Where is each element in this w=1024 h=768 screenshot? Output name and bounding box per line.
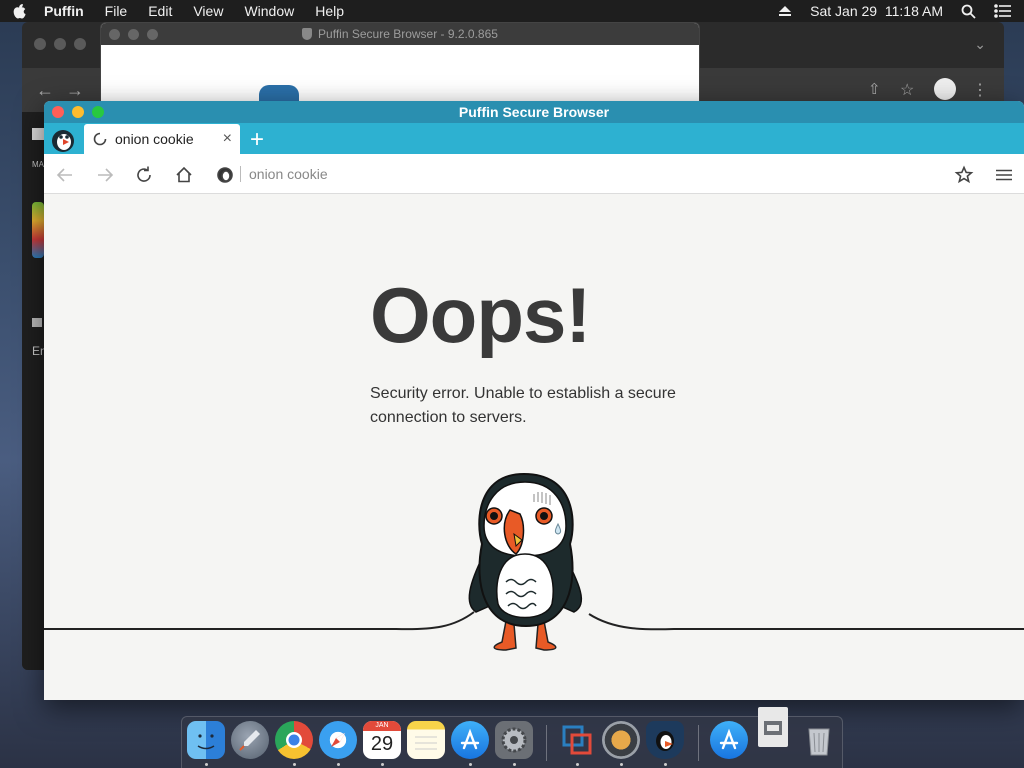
bg-zoom-button[interactable]: [74, 38, 86, 50]
bg2-title-text: Puffin Secure Browser - 9.2.0.865: [318, 27, 498, 41]
spotlight-search-icon[interactable]: [961, 4, 976, 19]
puffin-mascot-illustration: [44, 472, 1024, 651]
document-stack-icon[interactable]: [758, 707, 788, 747]
finder-icon[interactable]: [187, 721, 225, 759]
bg-minimize-button[interactable]: [54, 38, 66, 50]
chevron-down-icon[interactable]: ⌄: [974, 36, 986, 53]
window-title-bar: Puffin Secure Browser: [44, 101, 1024, 123]
dock: JAN 29: [181, 707, 843, 768]
home-button[interactable]: [173, 164, 195, 186]
puffin-logo-icon[interactable]: [46, 125, 80, 153]
safari-icon[interactable]: [319, 721, 357, 759]
calendar-day: 29: [370, 733, 394, 755]
parallels-icon[interactable]: [558, 721, 596, 759]
app-logo-icon: [32, 202, 44, 258]
new-tab-button[interactable]: +: [250, 126, 264, 154]
loading-spinner-icon: [93, 132, 107, 146]
chrome-icon[interactable]: [275, 721, 313, 759]
bg-sidebar: MA En: [22, 112, 47, 670]
control-center-icon[interactable]: [994, 4, 1012, 18]
bookmark-star-icon[interactable]: [953, 164, 975, 186]
menu-edit[interactable]: Edit: [148, 3, 172, 19]
chrome-running-indicator: [293, 763, 296, 766]
parallels-running-indicator: [576, 763, 579, 766]
app-menu-puffin[interactable]: Puffin: [44, 3, 84, 19]
back-button[interactable]: [54, 164, 76, 186]
menu-view[interactable]: View: [193, 3, 223, 19]
window-title: Puffin Secure Browser: [458, 104, 610, 120]
bg2-minimize-button[interactable]: [128, 29, 139, 40]
minimize-window-button[interactable]: [72, 106, 84, 118]
tab-bar: onion cookie × +: [44, 123, 1024, 154]
share-icon[interactable]: ⇧: [868, 80, 881, 98]
site-puffin-icon[interactable]: [216, 165, 234, 183]
shield-icon: [302, 28, 313, 40]
address-divider: [240, 166, 241, 182]
menu-help[interactable]: Help: [315, 3, 344, 19]
downloads-app-store-icon[interactable]: [710, 721, 748, 759]
back-arrow-icon[interactable]: ←: [36, 80, 54, 101]
system-preferences-icon[interactable]: [495, 721, 533, 759]
forward-button[interactable]: [94, 164, 116, 186]
bg2-close-button[interactable]: [109, 29, 120, 40]
menu-window[interactable]: Window: [244, 3, 294, 19]
app-store-running-indicator: [469, 763, 472, 766]
screen-recorder-icon[interactable]: [602, 721, 640, 759]
system-preferences-running-indicator: [513, 763, 516, 766]
zoom-window-button[interactable]: [92, 106, 104, 118]
more-menu-icon[interactable]: ⋮: [972, 80, 988, 100]
tab-onion-cookie[interactable]: onion cookie ×: [84, 124, 240, 154]
eject-icon[interactable]: [778, 5, 792, 17]
puffin-running-indicator: [664, 763, 667, 766]
address-bar[interactable]: onion cookie: [216, 160, 946, 188]
calendar-month: JAN: [363, 721, 401, 731]
trash-icon[interactable]: [800, 721, 838, 759]
dock-separator: [546, 725, 547, 761]
finder-running-indicator: [205, 763, 208, 766]
notes-icon[interactable]: [407, 721, 445, 759]
browser-toolbar: onion cookie: [44, 154, 1024, 194]
apple-icon[interactable]: [12, 3, 28, 19]
menu-bar: Puffin File Edit View Window Help Sat Ja…: [0, 0, 1024, 22]
bg2-window-title: Puffin Secure Browser - 9.2.0.865: [101, 23, 699, 45]
profile-avatar-icon[interactable]: [934, 78, 956, 100]
dock-separator-2: [698, 725, 699, 761]
launchpad-icon[interactable]: [231, 721, 269, 759]
bookmark-star-icon[interactable]: ☆: [900, 80, 914, 100]
forward-arrow-icon[interactable]: →: [66, 80, 84, 101]
hamburger-menu-icon[interactable]: [993, 164, 1015, 186]
calendar-icon[interactable]: JAN 29: [363, 721, 401, 759]
tab-title: onion cookie: [115, 131, 194, 147]
calendar-running-indicator: [381, 763, 384, 766]
close-window-button[interactable]: [52, 106, 64, 118]
puffin-browser-window: Puffin Secure Browser onion cookie × + o…: [44, 101, 1024, 700]
address-bar-text[interactable]: onion cookie: [249, 166, 328, 182]
menubar-clock[interactable]: Sat Jan 29 11:18 AM: [810, 3, 943, 19]
chat-icon[interactable]: [32, 318, 42, 327]
menu-file[interactable]: File: [105, 3, 128, 19]
safari-running-indicator: [337, 763, 340, 766]
bg2-zoom-button[interactable]: [147, 29, 158, 40]
background-puffin-window[interactable]: Puffin Secure Browser - 9.2.0.865: [100, 22, 700, 102]
menu-icon[interactable]: [32, 128, 44, 140]
bg-sidebar-text: MA: [32, 160, 44, 169]
bg-close-button[interactable]: [34, 38, 46, 50]
page-content: Oops! Security error. Unable to establis…: [44, 194, 1024, 700]
puffin-shield-logo-icon: [259, 85, 299, 101]
app-store-icon[interactable]: [451, 721, 489, 759]
puffin-app-icon[interactable]: [646, 721, 684, 759]
tab-close-icon[interactable]: ×: [223, 130, 232, 148]
reload-button[interactable]: [133, 164, 155, 186]
screen-recorder-running-indicator: [620, 763, 623, 766]
